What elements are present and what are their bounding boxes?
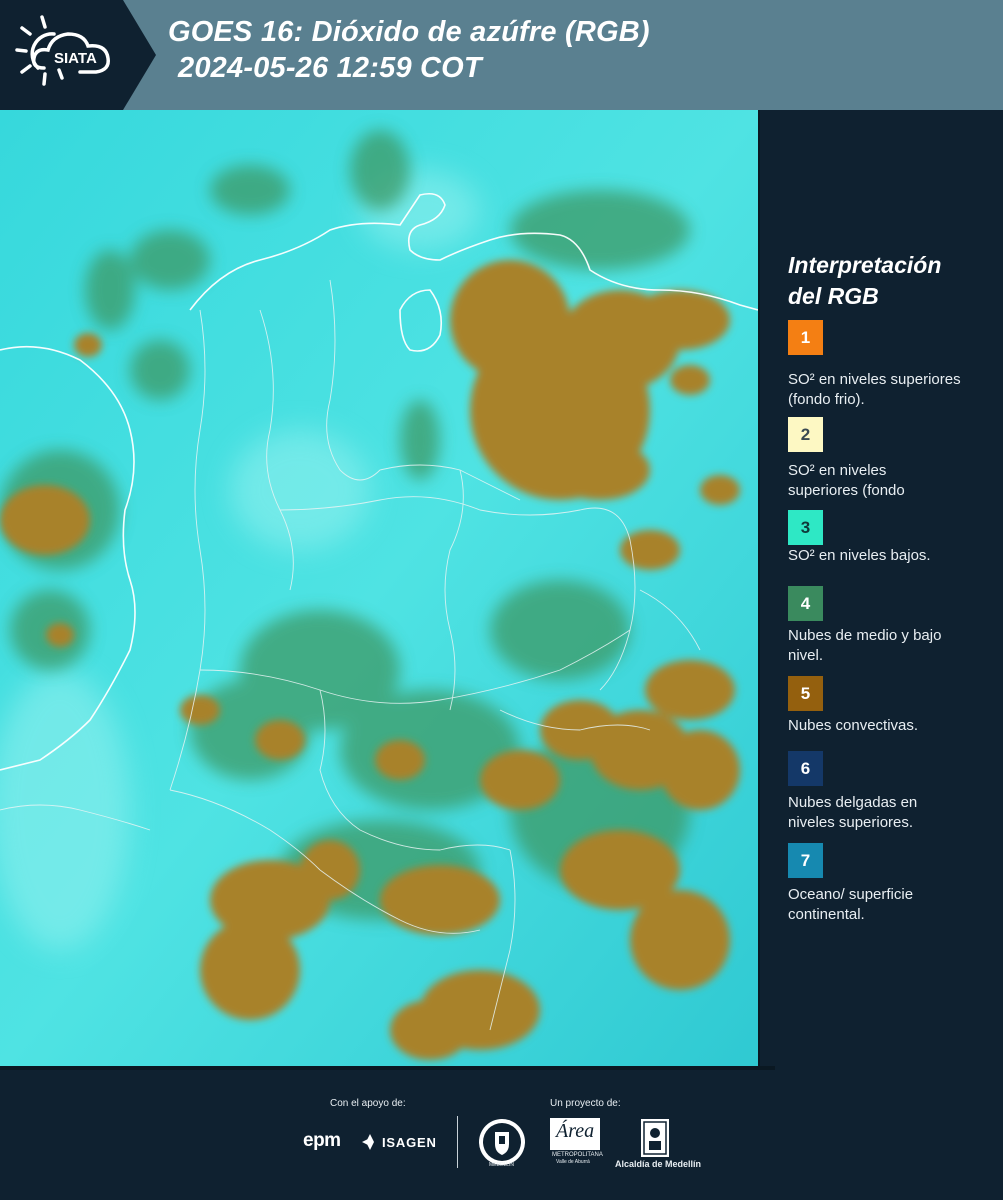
footer: Con el apoyo de: Un proyecto de: epm ISA… <box>0 1070 1003 1200</box>
legend-title: Interpretación del RGB <box>788 250 988 312</box>
area-sub-1: METROPOLITANA <box>552 1152 603 1158</box>
support-label: Con el apoyo de: <box>330 1098 406 1109</box>
logo-text: SIATA <box>54 50 97 67</box>
legend-label-1: SO² en niveles superiores (fondo frio). <box>788 371 961 408</box>
area-logo-text: Área <box>556 1120 595 1142</box>
rgb-legend: Interpretación del RGB <box>788 250 988 326</box>
legend-label-6: Nubes delgadas en niveles superiores. <box>788 794 918 831</box>
map-edge-strip <box>758 110 760 1070</box>
header-bar: SIATA GOES 16: Dióxido de azúfre (RGB) 2… <box>0 0 1003 110</box>
title-line-1: GOES 16: Dióxido de azúfre (RGB) <box>168 16 650 48</box>
title-line-2: 2024-05-26 12:59 COT <box>178 52 482 84</box>
alcaldia-label: Alcaldía de Medellín <box>615 1159 702 1169</box>
legend-swatch-3: 3 <box>788 510 823 545</box>
satellite-map[interactable] <box>0 110 758 1070</box>
legend-label-3: SO² en niveles bajos. <box>788 547 931 564</box>
alcaldia-shield-icon <box>641 1119 669 1157</box>
legend-label-7: Oceano/ superficie continental. <box>788 886 914 923</box>
siata-sun-cloud-icon: SIATA <box>15 15 110 86</box>
area-sub-2: Valle de Aburrá <box>556 1159 590 1165</box>
medellin-seal-icon <box>479 1119 525 1165</box>
legend-label-4: Nubes de medio y bajo nivel. <box>788 627 942 664</box>
isagen-logo: ISAGEN <box>382 1135 437 1150</box>
legend-title-line-1: Interpretación <box>788 252 942 278</box>
legend-swatch-6: 6 <box>788 751 823 786</box>
siata-logo: SIATA <box>0 0 156 110</box>
legend-label-2: SO² en niveles superiores (fondo calido)… <box>788 462 905 499</box>
legend-swatch-4: 4 <box>788 586 823 621</box>
legend-label-5: Nubes convectivas. <box>788 717 919 734</box>
footer-divider <box>457 1116 458 1168</box>
legend-swatch-5: 5 <box>788 676 823 711</box>
satellite-image <box>0 110 758 1070</box>
legend-swatch-2: 2 <box>788 417 823 452</box>
project-label: Un proyecto de: <box>550 1098 621 1109</box>
epm-logo: epm <box>303 1130 341 1151</box>
page-title: GOES 16: Dióxido de azúfre (RGB) 2024-05… <box>168 14 650 86</box>
legend-swatch-7: 7 <box>788 843 823 878</box>
legend-swatch-1: 1 <box>788 320 823 355</box>
legend-title-line-2: del RGB <box>788 283 879 309</box>
medellin-label: MEDELLÍN <box>489 1162 515 1168</box>
isagen-mark-icon <box>362 1134 374 1150</box>
